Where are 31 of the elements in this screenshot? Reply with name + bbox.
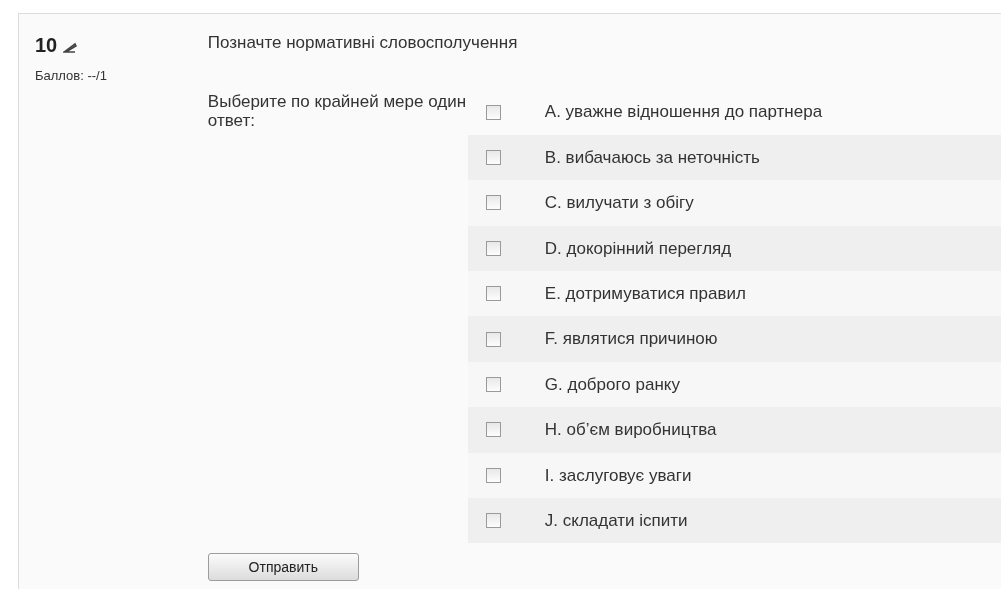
answer-option[interactable]: B. вибачаюсь за неточність bbox=[467, 134, 1001, 181]
checkbox[interactable] bbox=[485, 422, 501, 438]
checkbox[interactable] bbox=[485, 240, 501, 256]
option-label: F. являтися причиною bbox=[544, 328, 718, 351]
option-label: A. уважне відношення до партнера bbox=[544, 101, 823, 124]
answer-option[interactable]: J. складати іспити bbox=[467, 498, 1001, 544]
answer-option[interactable]: D. докорінний перегляд bbox=[467, 225, 1001, 272]
answer-prompt: Выберите по крайней мере один ответ: bbox=[207, 90, 468, 132]
checkbox[interactable] bbox=[485, 377, 501, 393]
option-label: J. складати іспити bbox=[544, 509, 688, 532]
option-label: I. заслуговує уваги bbox=[544, 464, 692, 487]
grade-text: Баллов: --/1 bbox=[35, 67, 108, 85]
option-label: E. дотримуватися правил bbox=[544, 283, 746, 305]
checkbox[interactable] bbox=[485, 150, 501, 166]
checkbox[interactable] bbox=[485, 331, 501, 347]
checkbox[interactable] bbox=[485, 467, 501, 483]
checkbox[interactable] bbox=[485, 195, 501, 211]
submit-button[interactable]: Отправить bbox=[207, 553, 359, 582]
question-number: 10 bbox=[35, 33, 58, 58]
option-label: B. вибачаюсь за неточність bbox=[544, 146, 760, 169]
option-label: H. об’єм виробництва bbox=[544, 419, 717, 442]
option-label: D. докорінний перегляд bbox=[544, 237, 732, 260]
checkbox[interactable] bbox=[485, 104, 501, 120]
answer-option[interactable]: H. об’єм виробництва bbox=[467, 407, 1001, 453]
option-label: C. вилучати з обігу bbox=[544, 192, 694, 215]
checkbox[interactable] bbox=[485, 286, 501, 302]
question-text: Позначте нормативні словосполучення bbox=[207, 32, 519, 54]
pencil-icon bbox=[63, 41, 78, 53]
checkbox[interactable] bbox=[485, 513, 501, 529]
option-label: G. доброго ранку bbox=[544, 373, 680, 396]
answer-option[interactable]: F. являтися причиною bbox=[467, 316, 1001, 362]
